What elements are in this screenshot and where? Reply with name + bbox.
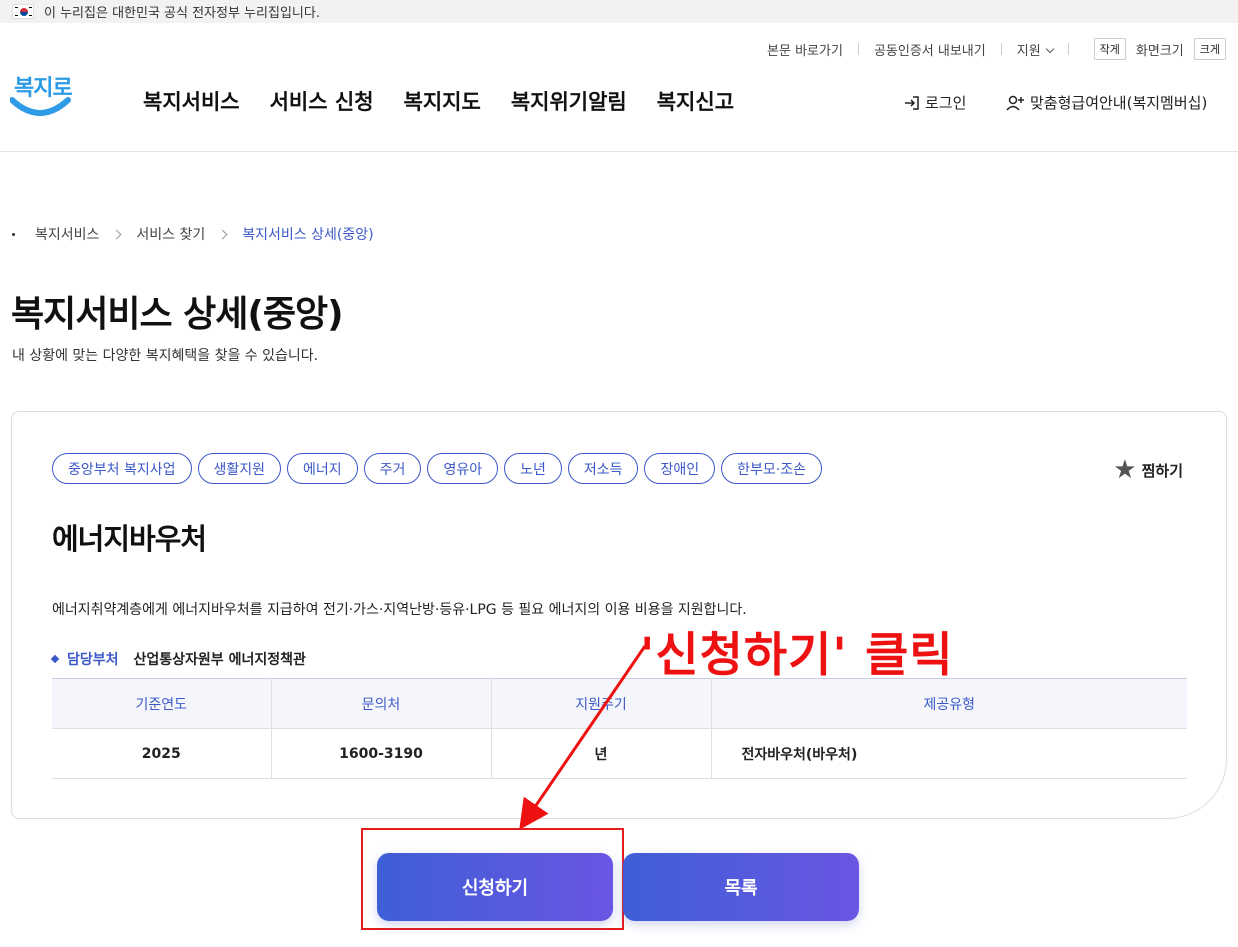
diamond-bullet-icon <box>50 654 60 664</box>
support-label: 지원 <box>1016 43 1041 59</box>
table-cell: 년 <box>491 728 712 779</box>
department-value: 산업통상자원부 에너지정책관 <box>133 652 306 668</box>
chevron-right-icon <box>111 229 122 239</box>
divider <box>1000 43 1002 55</box>
page-subtitle: 내 상황에 맞는 다양한 복지혜택을 찾을 수 있습니다. <box>12 348 319 364</box>
tag[interactable]: 노년 <box>504 453 562 484</box>
department-label: 담당부처 <box>67 652 119 668</box>
divider <box>857 43 859 55</box>
service-title: 에너지바우처 <box>52 522 207 556</box>
tag[interactable]: 한부모·조손 <box>721 453 822 484</box>
logo-smile-icon <box>10 97 71 116</box>
nav-crisis-alert[interactable]: 복지위기알림 <box>511 86 627 116</box>
user-add-icon <box>1006 95 1024 111</box>
chevron-down-icon <box>1045 44 1054 53</box>
breadcrumb-current: 복지서비스 상세(중앙) <box>242 227 374 243</box>
login-icon <box>905 95 919 110</box>
breadcrumb-item[interactable]: 복지서비스 <box>35 224 99 244</box>
divider <box>1067 43 1069 55</box>
login-label: 로그인 <box>925 94 967 112</box>
tag[interactable]: 중앙부처 복지사업 <box>52 453 192 484</box>
membership-link[interactable]: 맞춤형급여안내(복지멤버십) <box>1006 92 1207 113</box>
membership-label: 맞춤형급여안내(복지멤버십) <box>1030 94 1208 112</box>
apply-button[interactable]: 신청하기 <box>377 853 613 921</box>
tag[interactable]: 에너지 <box>287 453 358 484</box>
tag[interactable]: 주거 <box>363 453 422 484</box>
nav-welfare-report[interactable]: 복지신고 <box>657 86 734 116</box>
chevron-right-icon <box>217 229 228 239</box>
header-divider <box>0 151 1238 152</box>
tag[interactable]: 영유아 <box>427 453 499 484</box>
bokjiro-logo[interactable]: 복지로 <box>10 70 73 122</box>
table-cell: 1600-3190 <box>271 728 492 779</box>
service-tags: 중앙부처 복지사업 생활지원 에너지 주거 영유아 노년 저소득 장애인 한부모… <box>52 453 822 484</box>
nav-welfare-service[interactable]: 복지서비스 <box>143 86 240 116</box>
gov-banner-text: 이 누리집은 대한민국 공식 전자정부 누리집입니다. <box>44 6 320 21</box>
table-header-row: 기준연도 문의처 지원주기 제공유형 <box>52 678 1187 729</box>
screen-size-label: 화면크기 <box>1135 43 1184 59</box>
tag[interactable]: 생활지원 <box>197 453 282 484</box>
favorite-label: 찜하기 <box>1141 461 1183 480</box>
tag[interactable]: 장애인 <box>644 453 716 484</box>
page-title: 복지서비스 상세(중앙) <box>11 294 344 335</box>
column-header: 지원주기 <box>491 678 712 729</box>
korea-flag-icon <box>12 4 34 19</box>
table-cell: 2025 <box>52 728 272 779</box>
breadcrumb-item[interactable]: 서비스 찾기 <box>136 224 205 244</box>
column-header: 기준연도 <box>52 678 272 729</box>
department-info: 담당부처 산업통상자원부 에너지정책관 <box>50 649 306 669</box>
list-button[interactable]: 목록 <box>623 853 859 921</box>
gov-banner: 이 누리집은 대한민국 공식 전자정부 누리집입니다. <box>0 0 1238 23</box>
column-header: 제공유형 <box>711 678 1187 729</box>
nav-welfare-map[interactable]: 복지지도 <box>404 86 481 116</box>
column-header: 문의처 <box>271 678 492 729</box>
tag[interactable]: 저소득 <box>567 453 639 484</box>
favorite-button[interactable]: ★ 찜하기 <box>1113 457 1183 483</box>
font-large-button[interactable]: 크게 <box>1193 38 1226 60</box>
table-row: 2025 1600-3190 년 전자바우처(바우처) <box>52 728 1187 779</box>
annotation-text: '신청하기' 클릭 <box>640 628 954 683</box>
service-detail-card: 중앙부처 복지사업 생활지원 에너지 주거 영유아 노년 저소득 장애인 한부모… <box>11 411 1227 819</box>
utility-bar: 본문 바로가기 공동인증서 내보내기 지원 작게 화면크기 크게 <box>767 38 1226 60</box>
breadcrumb-home-dot <box>12 232 15 236</box>
skip-to-content-link[interactable]: 본문 바로가기 <box>767 40 843 59</box>
main-nav: 복지서비스 서비스 신청 복지지도 복지위기알림 복지신고 <box>143 86 734 116</box>
breadcrumb: 복지서비스 서비스 찾기 복지서비스 상세(중앙) <box>12 224 374 244</box>
nav-service-apply[interactable]: 서비스 신청 <box>270 86 374 116</box>
export-certificate-link[interactable]: 공동인증서 내보내기 <box>874 40 986 59</box>
support-dropdown[interactable]: 지원 <box>1016 40 1054 59</box>
star-icon: ★ <box>1113 455 1137 485</box>
table-cell: 전자바우처(바우처) <box>711 728 1187 779</box>
font-small-button[interactable]: 작게 <box>1093 38 1126 60</box>
login-link[interactable]: 로그인 <box>903 92 966 113</box>
service-info-table: 기준연도 문의처 지원주기 제공유형 2025 1600-3190 년 전자바우… <box>52 678 1187 779</box>
